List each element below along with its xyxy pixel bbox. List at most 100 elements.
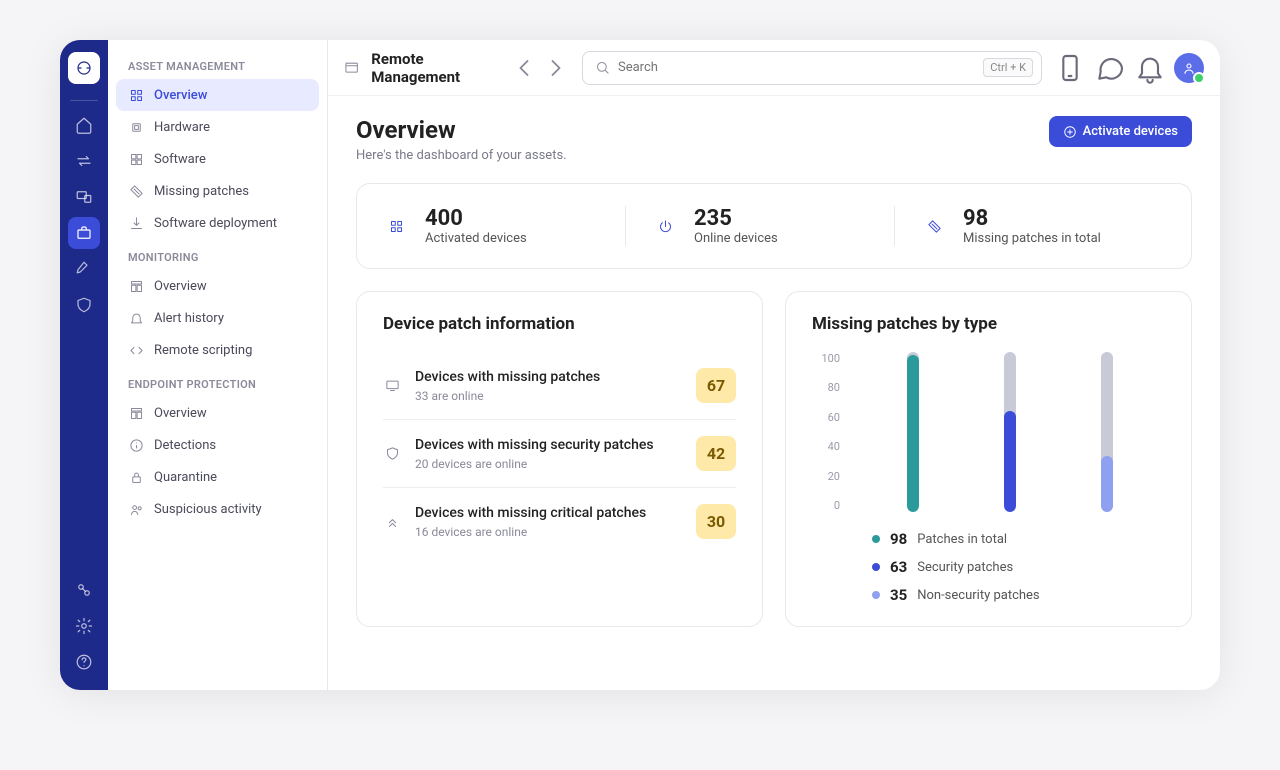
download-icon [128,215,144,231]
patch-badge: 67 [696,368,736,403]
monitor-icon [383,377,401,395]
power-icon [654,215,676,237]
chat-icon[interactable] [1094,52,1126,84]
page-subtitle: Here's the dashboard of your assets. [356,148,567,163]
legend-item: 98 Patches in total [872,530,1165,548]
stat-value: 235 [694,206,778,231]
patch-row-sub: 20 devices are online [415,457,682,471]
stat-value: 400 [425,206,527,231]
patch-row-title: Devices with missing critical patches [415,504,682,523]
app-shell: ASSET MANAGEMENTOverviewHardwareSoftware… [60,40,1220,690]
icon-rail [60,40,108,690]
rail-ticket-icon[interactable] [68,253,100,285]
users-icon [128,501,144,517]
sidebar-item-remote-scripting[interactable]: Remote scripting [116,334,319,366]
legend-value: 98 [890,530,907,548]
patch-row-title: Devices with missing security patches [415,436,682,455]
topbar: Remote Management Ctrl + K [328,40,1220,96]
breadcrumb-icon [344,58,359,78]
y-tick: 100 [812,352,840,365]
code-icon [128,342,144,358]
activate-devices-button[interactable]: Activate devices [1049,116,1192,147]
sidebar-item-quarantine[interactable]: Quarantine [116,461,319,493]
sidebar-item-software-deployment[interactable]: Software deployment [116,207,319,239]
legend-value: 35 [890,586,907,604]
sidebar-section-label: ENDPOINT PROTECTION [116,366,319,397]
bell-icon [128,310,144,326]
lock-icon [128,469,144,485]
patch-row-title: Devices with missing patches [415,368,682,387]
apps-icon [128,151,144,167]
sidebar-item-label: Suspicious activity [154,502,262,517]
rail-devices-icon[interactable] [68,181,100,213]
nav-back-button[interactable] [510,54,538,82]
bell-icon[interactable] [1134,52,1166,84]
sidebar-item-missing-patches[interactable]: Missing patches [116,175,319,207]
device-icon[interactable] [1054,52,1086,84]
sidebar-section-label: MONITORING [116,239,319,270]
sidebar-item-overview[interactable]: Overview [116,79,319,111]
sidebar-item-software[interactable]: Software [116,143,319,175]
stat-value: 98 [963,206,1101,231]
patch-row: Devices with missing security patches 20 … [383,419,736,487]
sidebar-item-label: Remote scripting [154,343,252,358]
main-area: Remote Management Ctrl + K [328,40,1220,690]
patch-row-sub: 33 are online [415,389,682,403]
avatar[interactable] [1174,53,1204,83]
sidebar-item-label: Overview [154,88,207,103]
legend-value: 63 [890,558,907,576]
y-tick: 20 [812,470,840,483]
rail-swap-icon[interactable] [68,145,100,177]
legend-dot [872,563,880,571]
legend-dot [872,591,880,599]
sidebar: ASSET MANAGEMENTOverviewHardwareSoftware… [108,40,328,690]
app-logo[interactable] [68,52,100,84]
content: Overview Here's the dashboard of your as… [328,96,1220,690]
grid-icon [128,87,144,103]
chart-bar [907,352,919,512]
nav-forward-button[interactable] [542,54,570,82]
activate-button-label: Activate devices [1083,124,1178,139]
patch-badge: 30 [696,504,736,539]
shield-icon [383,445,401,463]
sidebar-item-overview[interactable]: Overview [116,270,319,302]
rail-shield-icon[interactable] [68,289,100,321]
rail-briefcase-icon[interactable] [68,217,100,249]
sidebar-item-detections[interactable]: Detections [116,429,319,461]
sidebar-item-label: Quarantine [154,470,217,485]
chart-legend: 98Patches in total63Security patches35No… [812,530,1165,604]
rail-help-icon[interactable] [68,646,100,678]
chart-area: 100806040200 [812,352,1165,512]
sidebar-item-hardware[interactable]: Hardware [116,111,319,143]
legend-label: Non-security patches [917,588,1039,603]
dashboard-icon [128,278,144,294]
legend-label: Patches in total [917,532,1007,547]
sidebar-item-label: Hardware [154,120,210,135]
stat-missing-patches-in-total: 98Missing patches in total [894,206,1163,246]
chart-panel-title: Missing patches by type [812,314,1165,334]
sidebar-item-overview[interactable]: Overview [116,397,319,429]
rail-home-icon[interactable] [68,109,100,141]
rail-settings-icon[interactable] [68,610,100,642]
stat-label: Online devices [694,231,778,246]
legend-item: 35 Non-security patches [872,586,1165,604]
patch-row: Devices with missing critical patches16 … [383,487,736,555]
search-field[interactable] [618,60,975,75]
cpu-icon [128,119,144,135]
stat-online-devices: 235Online devices [625,206,894,246]
sidebar-item-label: Detections [154,438,216,453]
stat-activated-devices: 400Activated devices [385,206,625,246]
chevrons-icon [383,513,401,531]
sidebar-item-label: Alert history [154,311,224,326]
patch-icon [128,183,144,199]
sidebar-item-suspicious-activity[interactable]: Suspicious activity [116,493,319,525]
patch-panel-title: Device patch information [383,314,736,334]
info-icon [128,437,144,453]
patch-icon [923,215,945,237]
y-tick: 60 [812,411,840,424]
y-tick: 40 [812,440,840,453]
search-shortcut: Ctrl + K [983,58,1033,77]
rail-link-icon[interactable] [68,574,100,606]
search-input[interactable]: Ctrl + K [582,51,1042,85]
sidebar-item-alert-history[interactable]: Alert history [116,302,319,334]
